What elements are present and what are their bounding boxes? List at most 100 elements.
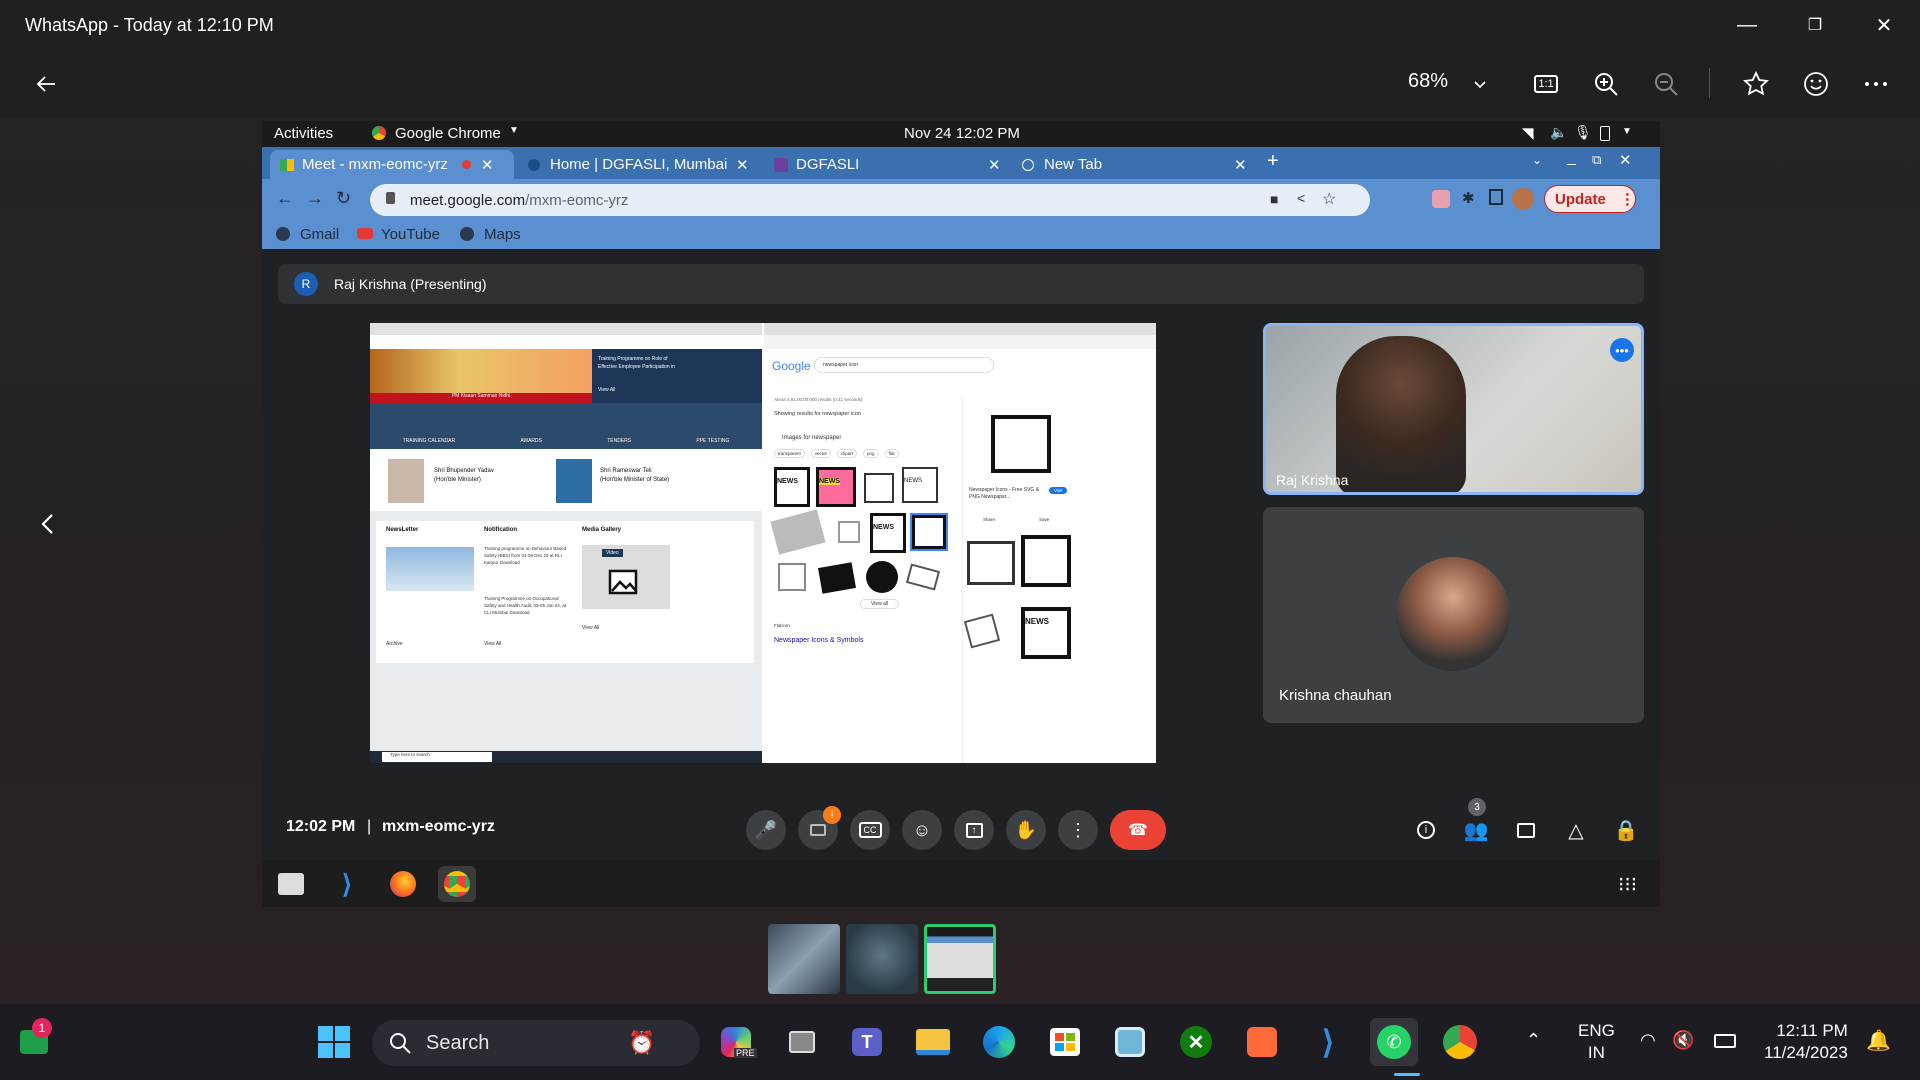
zoom-in-button[interactable]: [1582, 60, 1630, 108]
notifications-button[interactable]: 🔔: [1866, 1028, 1891, 1053]
battery-icon[interactable]: [1714, 1034, 1736, 1048]
chip[interactable]: flat: [884, 449, 899, 458]
newspaper-icon[interactable]: [866, 561, 898, 593]
raise-hand-button[interactable]: ✋: [1006, 810, 1046, 850]
whatsapp-button[interactable]: ✆: [1370, 1018, 1418, 1066]
vscode-button[interactable]: ⟩: [1304, 1018, 1352, 1066]
share-icon[interactable]: <: [1297, 190, 1305, 206]
zoom-level[interactable]: 68%: [1408, 70, 1448, 93]
clock[interactable]: 12:11 PM 11/24/2023: [1764, 1020, 1848, 1064]
language-indicator[interactable]: ENG IN: [1578, 1020, 1615, 1064]
more-options-button[interactable]: ⋮: [1058, 810, 1098, 850]
tab-search-button[interactable]: ⌄: [1532, 153, 1542, 167]
wifi-icon[interactable]: ◠: [1640, 1030, 1656, 1051]
side-visit-button[interactable]: Visit: [1049, 487, 1068, 494]
newspaper-icon[interactable]: [838, 521, 860, 543]
leave-call-button[interactable]: ☎: [1110, 810, 1166, 850]
newspaper-icon[interactable]: [1021, 535, 1071, 587]
app-button[interactable]: [1238, 1018, 1286, 1066]
more-options-button[interactable]: [1852, 60, 1900, 108]
present-button[interactable]: ↑: [954, 810, 994, 850]
firefox-app-icon[interactable]: [384, 866, 422, 902]
chat-button[interactable]: [1506, 810, 1546, 850]
newspaper-icon[interactable]: NEWS: [902, 467, 938, 503]
thumbnail-3-selected[interactable]: [924, 924, 996, 994]
bookmark-gmail[interactable]: Gmail: [300, 226, 339, 243]
newspaper-icon[interactable]: NEWS: [774, 467, 810, 507]
chip[interactable]: vector: [810, 449, 832, 458]
newspaper-icon[interactable]: [905, 563, 941, 591]
tab-dgfasli-home[interactable]: Home | DGFASLI, Mumbai ✕: [518, 150, 760, 179]
menu-awards[interactable]: AWARDS: [520, 438, 542, 444]
newspaper-icon[interactable]: [770, 509, 826, 555]
camera-button[interactable]: !: [798, 806, 841, 850]
result-title[interactable]: Newspaper Icons & Symbols: [774, 637, 863, 644]
teams-button[interactable]: T: [843, 1018, 891, 1066]
menu-ppe-testing[interactable]: PPE TESTING: [696, 438, 729, 444]
chrome-app-icon[interactable]: [438, 866, 476, 902]
emoji-button[interactable]: ☺: [902, 810, 942, 850]
quick-assist-button[interactable]: [1106, 1018, 1154, 1066]
start-button[interactable]: [310, 1018, 358, 1066]
tab-new-tab[interactable]: New Tab ✕: [1012, 150, 1258, 179]
reload-icon[interactable]: ↻: [336, 188, 351, 209]
newspaper-icon[interactable]: [778, 563, 806, 591]
notification-view-all[interactable]: View All: [484, 641, 501, 647]
task-view-button[interactable]: [778, 1018, 826, 1066]
tab-close-icon[interactable]: ✕: [736, 156, 749, 174]
maximize-button[interactable]: ❐: [1781, 0, 1849, 50]
bookmark-maps[interactable]: Maps: [484, 226, 521, 243]
files-app-icon[interactable]: [272, 866, 310, 902]
bookmark-youtube[interactable]: YouTube: [381, 226, 440, 243]
tab-close-icon[interactable]: ✕: [1234, 156, 1247, 174]
vscode-app-icon[interactable]: ⟩: [328, 866, 366, 902]
newspaper-icon[interactable]: NEWS: [816, 467, 856, 507]
side-save-button[interactable]: Save: [1039, 517, 1049, 522]
newspaper-icon[interactable]: [864, 473, 894, 503]
tab-dgfasli[interactable]: DGFASLI ✕: [764, 150, 1008, 179]
chip[interactable]: transparent: [774, 449, 805, 458]
chip[interactable]: clipart: [837, 449, 858, 458]
show-apps-button[interactable]: ⁝⁝⁝: [1618, 872, 1637, 897]
tab-close-icon[interactable]: ✕: [481, 156, 494, 174]
chrome-restore-button[interactable]: ⧉: [1592, 152, 1601, 168]
chrome-minimize-button[interactable]: _: [1567, 149, 1576, 167]
copilot-button[interactable]: PRE: [712, 1018, 760, 1066]
volume-muted-icon[interactable]: 🔇: [1672, 1030, 1694, 1051]
activities-button[interactable]: △: [1556, 810, 1596, 850]
address-bar[interactable]: meet.google.com/mxm-eomc-yrz ■ < ☆: [370, 184, 1370, 216]
newspaper-icon[interactable]: [967, 541, 1015, 585]
meeting-details-button[interactable]: i: [1406, 810, 1446, 850]
xbox-button[interactable]: ✕: [1172, 1018, 1220, 1066]
menu-training-calendar[interactable]: TRAINING CALENDAR: [403, 438, 456, 444]
react-button[interactable]: [1792, 60, 1840, 108]
newspaper-icon[interactable]: [910, 513, 948, 551]
images-view-all[interactable]: View all: [860, 599, 900, 609]
chrome-button[interactable]: [1436, 1018, 1484, 1066]
tab-close-icon[interactable]: ✕: [988, 156, 1001, 174]
close-button[interactable]: ✕: [1850, 0, 1918, 50]
previous-image-button[interactable]: [28, 504, 68, 544]
menu-tenders[interactable]: TENDERS: [607, 438, 631, 444]
thumbnail-2[interactable]: [846, 924, 918, 994]
notification-1[interactable]: Training programme on Behaviour Based Sa…: [484, 545, 572, 566]
captions-button[interactable]: CC: [850, 810, 890, 850]
profile-avatar[interactable]: [1512, 188, 1534, 210]
zoom-out-button[interactable]: [1642, 60, 1690, 108]
taskbar-search[interactable]: Search ⏰: [372, 1020, 700, 1066]
extension-badge-icon[interactable]: [1432, 190, 1450, 208]
participant-tile-krishna[interactable]: Krishna chauhan: [1263, 507, 1644, 723]
side-share-button[interactable]: Share: [983, 517, 995, 522]
people-button[interactable]: 👥 3: [1456, 798, 1496, 850]
participant-tile-raj[interactable]: ••• Raj Krishna: [1263, 323, 1644, 495]
newspaper-icon[interactable]: [963, 613, 1001, 649]
gallery-thumbnail[interactable]: Video: [582, 545, 670, 609]
update-button[interactable]: Update ⋮: [1544, 185, 1636, 213]
minimize-button[interactable]: —: [1713, 0, 1781, 50]
newspaper-icon[interactable]: [818, 562, 856, 594]
new-tab-button[interactable]: +: [1267, 150, 1279, 173]
newspaper-icon[interactable]: NEWS: [1021, 607, 1071, 659]
extensions-puzzle-icon[interactable]: ✱: [1462, 189, 1475, 207]
archive-link[interactable]: Archive: [386, 641, 403, 647]
actual-size-button[interactable]: 1:1: [1522, 60, 1570, 108]
